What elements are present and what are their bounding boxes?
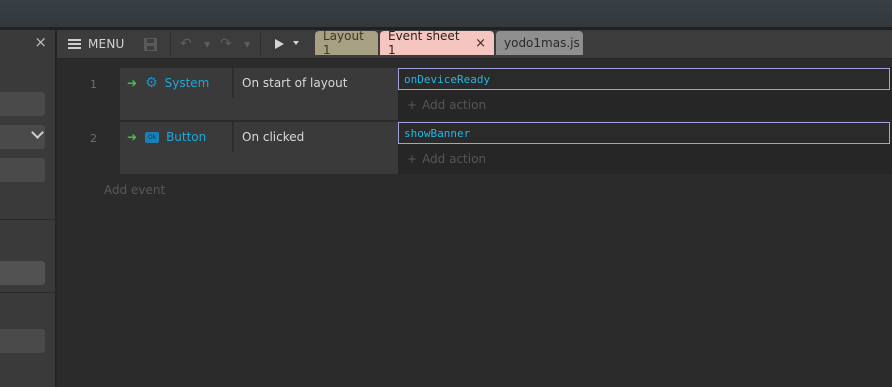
tab-event-sheet-1[interactable]: Event sheet 1 × (380, 29, 494, 57)
plus-icon: + (407, 98, 418, 112)
trigger-arrow-icon: ➜ (127, 76, 138, 90)
plus-icon: + (407, 152, 418, 166)
tab-label: yodo1mas.js (504, 36, 580, 50)
redo-icon[interactable]: ↷ (220, 36, 232, 52)
condition-divider (232, 68, 234, 98)
object-name: Button (166, 130, 207, 144)
event-number: 2 (90, 132, 97, 145)
add-action-link[interactable]: + Add action (407, 98, 486, 112)
trigger-arrow-icon: ➜ (127, 130, 138, 144)
save-icon[interactable] (144, 38, 157, 51)
button-object-icon: Ok (145, 131, 160, 143)
panel-divider (0, 219, 55, 220)
play-icon[interactable] (275, 39, 284, 49)
tab-label: Layout 1 (323, 29, 364, 57)
property-field[interactable] (0, 158, 45, 182)
condition-block[interactable]: ➜ Ok Button On clicked (120, 122, 398, 174)
object-name: System (164, 76, 210, 90)
add-action-link[interactable]: + Add action (407, 152, 486, 166)
event-number: 1 (90, 78, 97, 91)
actions-block: onDeviceReady + Add action (398, 68, 892, 120)
add-event-link[interactable]: Add event (104, 183, 165, 197)
properties-panel: × (0, 30, 57, 387)
property-field[interactable] (0, 329, 45, 353)
property-field[interactable] (0, 92, 45, 116)
condition-text[interactable]: On clicked (242, 122, 304, 152)
menu-button[interactable]: MENU (57, 30, 125, 58)
script-action[interactable]: onDeviceReady (398, 68, 890, 90)
gear-icon: ⚙ (145, 75, 158, 91)
actions-block: showBanner + Add action (398, 122, 892, 174)
condition-divider (232, 122, 234, 152)
event-row[interactable]: ➜ Ok Button On clicked showBanner + Add a… (120, 122, 892, 174)
tab-layout-1[interactable]: Layout 1 (315, 29, 378, 57)
redo-dropdown-icon[interactable]: ▼ (244, 40, 250, 49)
menu-label: MENU (88, 37, 125, 51)
condition-block[interactable]: ➜ ⚙ System On start of layout (120, 68, 398, 120)
event-row[interactable]: ➜ ⚙ System On start of layout onDeviceRe… (120, 68, 892, 120)
editor-toolbar: MENU ↶ ▼ ↷ ▼ Layout 1 Event sheet 1 × yo… (57, 29, 892, 59)
toolbar-separator (260, 33, 261, 55)
close-panel-icon[interactable]: × (34, 33, 47, 51)
play-dropdown-icon[interactable] (293, 41, 299, 45)
event-sheet: 1 ➜ ⚙ System On start of layout onDevice… (57, 59, 892, 387)
tab-yodo1mas-js[interactable]: yodo1mas.js (496, 31, 583, 55)
toolbar-separator (170, 33, 171, 55)
tab-label: Event sheet 1 (388, 29, 460, 57)
condition-text[interactable]: On start of layout (242, 68, 347, 98)
script-action[interactable]: showBanner (398, 122, 890, 144)
add-action-label: Add action (422, 152, 487, 166)
close-tab-icon[interactable]: × (475, 36, 486, 51)
condition-object[interactable]: ➜ ⚙ System (120, 68, 232, 98)
undo-dropdown-icon[interactable]: ▼ (204, 40, 210, 49)
window-top-bar (0, 0, 892, 30)
add-action-label: Add action (422, 98, 487, 112)
chevron-down-icon (31, 126, 44, 139)
condition-object[interactable]: ➜ Ok Button (120, 122, 232, 152)
hamburger-icon (68, 39, 81, 49)
panel-divider (0, 292, 55, 293)
property-dropdown[interactable] (0, 125, 45, 149)
undo-icon[interactable]: ↶ (180, 36, 192, 52)
property-field[interactable] (0, 261, 45, 285)
